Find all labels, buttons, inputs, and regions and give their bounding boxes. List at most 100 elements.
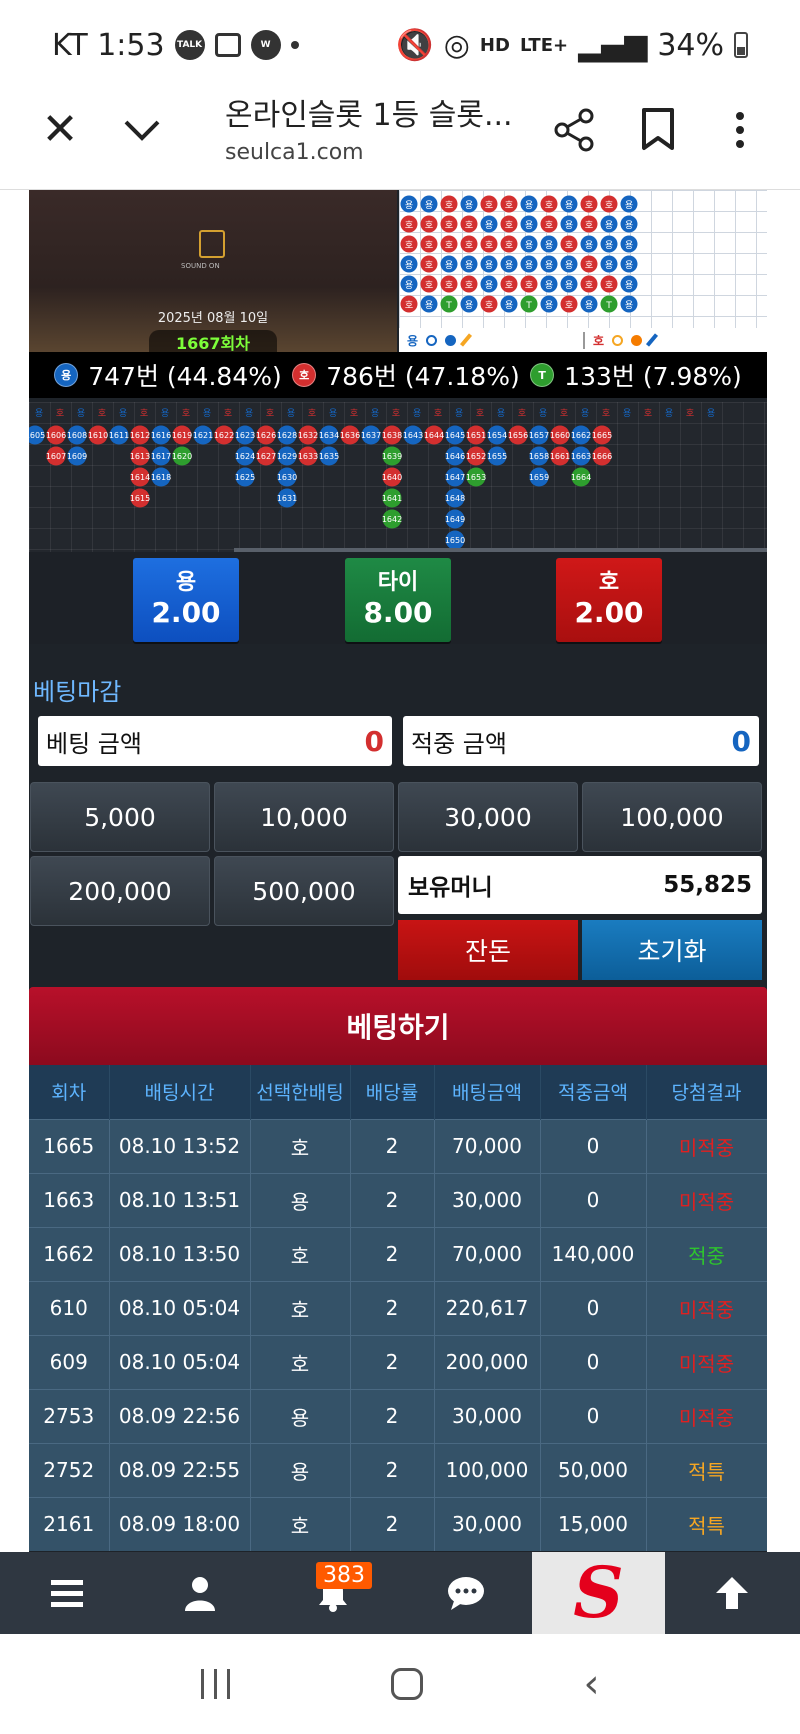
road-bead-label: 호 [585, 260, 593, 271]
history-chip-label: 1626 [256, 431, 276, 440]
bet-tie-button[interactable]: 타이 8.00 [345, 558, 451, 642]
history-header-label: 용 [455, 408, 463, 419]
history-header-label: 용 [245, 408, 253, 419]
notifications-button[interactable]: 383 [266, 1552, 399, 1634]
more-options-icon[interactable] [725, 108, 755, 152]
chevron-down-icon[interactable] [120, 108, 164, 152]
road-bead-label: T [605, 301, 612, 311]
back-icon[interactable]: ‹ [584, 1661, 600, 1707]
close-tab-icon[interactable]: ✕ [40, 108, 80, 152]
history-chip-label: 1665 [592, 431, 612, 440]
round-history-board[interactable]: 용호용호용호용호용호용호용호용호용호용호용호용호용호용호용호용호용1605160… [29, 402, 767, 552]
ring-icon [426, 334, 438, 346]
road-bead-label: 용 [625, 240, 633, 251]
history-header-label: 용 [665, 408, 673, 419]
bet-dragon-button[interactable]: 용 2.00 [133, 558, 239, 642]
place-bet-button[interactable]: 베팅하기 [29, 987, 767, 1065]
share-icon[interactable] [552, 108, 596, 152]
table-row: 2161 08.09 18:00 호 2 30,000 15,000 적특 [29, 1496, 767, 1551]
dragon-chip-icon: 용 [54, 363, 79, 387]
table-cell: 미적중 [646, 1280, 767, 1335]
chip-500000-button[interactable]: 500,000 [214, 856, 394, 926]
road-bead-label: 용 [425, 300, 433, 311]
table-cell: 609 [29, 1334, 110, 1389]
live-video[interactable]: SOUND ON 2025년 08월 10일 1667회차 [29, 190, 397, 352]
road-bead-label: 용 [545, 260, 553, 271]
history-header-label: 호 [392, 408, 400, 419]
road-bead-label: 용 [605, 220, 613, 231]
big-road-board: 용용호용호호용호용호호용호호호호용호용호용호용용호호호호호호용용호용용용용호용용… [399, 190, 767, 352]
chip-30000-button[interactable]: 30,000 [398, 782, 578, 852]
history-header-label: 호 [308, 408, 316, 419]
history-chip-label: 1638 [382, 431, 402, 440]
table-header-cell: 배팅금액 [434, 1065, 541, 1119]
reset-button[interactable]: 초기화 [582, 920, 762, 980]
profile-button[interactable] [133, 1552, 266, 1634]
history-chip-label: 1620 [172, 452, 192, 461]
history-header-label: 용 [287, 408, 295, 419]
sound-on-icon[interactable] [199, 230, 225, 258]
carrier-time: KT 1:53 [52, 27, 165, 63]
chat-button[interactable] [399, 1552, 532, 1634]
history-chip-label: 1662 [571, 431, 591, 440]
history-chip-label: 1635 [319, 452, 339, 461]
bet-amount-field: 베팅 금액 0 [38, 716, 392, 766]
table-cell: 0 [540, 1334, 647, 1389]
table-row: 1665 08.10 13:52 호 2 70,000 0 미적중 [29, 1118, 767, 1173]
history-chip-label: 1645 [445, 431, 465, 440]
home-icon[interactable] [390, 1668, 423, 1700]
history-chip-label: 1657 [529, 431, 549, 440]
page-title: 온라인슬롯 1등 슬롯... [225, 98, 513, 133]
road-bead-label: 용 [525, 220, 533, 231]
site-logo[interactable]: S [532, 1552, 665, 1634]
road-bead-label: 용 [565, 280, 573, 291]
road-bead-label: 용 [585, 240, 593, 251]
chip-5000-button[interactable]: 5,000 [30, 782, 210, 852]
recent-apps-icon[interactable] [200, 1669, 230, 1699]
bet-tiger-button[interactable]: 호 2.00 [556, 558, 662, 642]
history-header-label: 호 [434, 408, 442, 419]
road-bead-label: 용 [545, 240, 553, 251]
history-header-label: 호 [182, 408, 190, 419]
history-header-label: 용 [35, 408, 43, 419]
page-url[interactable]: seulca1.com [225, 140, 364, 165]
history-chip-label: 1625 [235, 473, 255, 482]
road-bead-label: 용 [585, 300, 593, 311]
history-chip-label: 1612 [130, 431, 150, 440]
scroll-top-button[interactable] [665, 1552, 798, 1634]
status-left: KT 1:53 TALK W [52, 28, 299, 63]
table-row: 610 08.10 05:04 호 2 220,617 0 미적중 [29, 1280, 767, 1335]
road-bead-label: 용 [445, 260, 453, 271]
table-cell: 100,000 [434, 1442, 541, 1497]
history-header-label: 용 [161, 408, 169, 419]
bookmark-icon[interactable] [640, 108, 676, 152]
table-header-cell: 회차 [29, 1065, 110, 1119]
history-header-label: 호 [266, 408, 274, 419]
current-round: 1667회차 [149, 330, 277, 352]
history-chip-label: 1611 [109, 431, 129, 440]
road-bead-label: 용 [525, 200, 533, 211]
table-cell: 호 [250, 1226, 351, 1281]
history-header-label: 호 [686, 408, 694, 419]
road-bead-label: 호 [485, 300, 493, 311]
table-cell: 2 [350, 1172, 435, 1227]
chip-200000-button[interactable]: 200,000 [30, 856, 210, 926]
history-header-label: 용 [413, 408, 421, 419]
table-cell: 호 [250, 1280, 351, 1335]
hotspot-icon: ◎ [443, 27, 470, 63]
bet-options: 용 2.00 타이 8.00 호 2.00 [29, 552, 767, 644]
history-chip-label: 1621 [193, 431, 213, 440]
chip-100000-button[interactable]: 100,000 [582, 782, 762, 852]
road-bead-label: 호 [545, 220, 553, 231]
history-chip-label: 1658 [529, 452, 549, 461]
chip-10000-button[interactable]: 10,000 [214, 782, 394, 852]
road-bead-label: 용 [625, 280, 633, 291]
table-cell: 08.10 13:52 [109, 1118, 251, 1173]
menu-button[interactable] [0, 1552, 133, 1634]
change-button[interactable]: 잔돈 [398, 920, 578, 980]
history-header-label: 호 [476, 408, 484, 419]
road-bead-label: 용 [625, 200, 633, 211]
road-bead-label: 호 [425, 280, 433, 291]
road-bead-label: 용 [405, 280, 413, 291]
road-bead-label: 호 [425, 240, 433, 251]
